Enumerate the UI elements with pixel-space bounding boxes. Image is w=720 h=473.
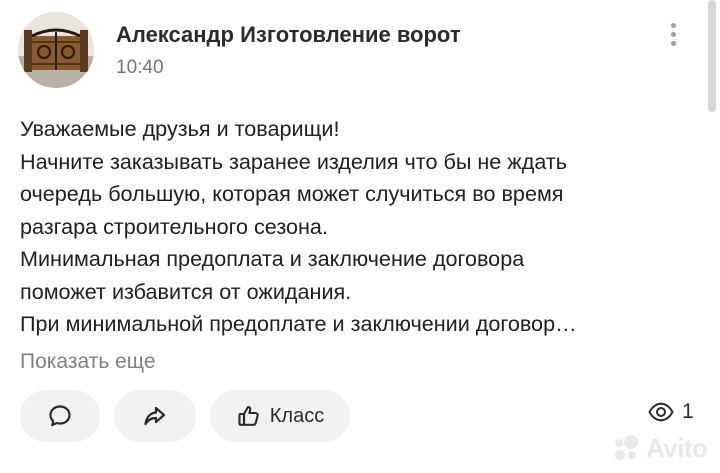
post-text: Уважаемые друзья и товарищи! Начните зак… <box>20 113 700 341</box>
scrollbar[interactable] <box>708 0 716 112</box>
post-text-line: Начните заказывать заранее изделия что б… <box>20 148 568 174</box>
author-avatar[interactable] <box>18 12 94 88</box>
comment-button[interactable] <box>20 390 100 442</box>
post-text-line: очередь большую, которая может случиться… <box>20 181 564 206</box>
more-dot-icon <box>671 41 676 46</box>
more-dot-icon <box>671 32 676 37</box>
eye-icon <box>648 402 674 422</box>
avito-dots-icon <box>615 435 638 460</box>
share-button[interactable] <box>114 390 196 442</box>
author-name[interactable]: Александр Изготовление ворот <box>116 22 461 48</box>
more-options-button[interactable] <box>664 20 684 50</box>
post-text-line: разгара строительного сезона. <box>20 213 328 239</box>
show-more-link[interactable]: Показать еще <box>20 350 156 374</box>
like-button-label: Класс <box>269 404 325 427</box>
like-button[interactable]: Класс <box>210 390 350 442</box>
post-time: 10:40 <box>116 57 164 78</box>
gate-photo <box>18 12 94 88</box>
views-counter: 1 <box>648 400 694 424</box>
post-text-line: Уважаемые друзья и товарищи! <box>20 116 340 141</box>
speech-bubble-icon <box>49 405 71 427</box>
avito-watermark: Avito <box>610 432 708 464</box>
post-text-line: Минимальная предоплата и заключение дого… <box>20 246 525 271</box>
views-count: 1 <box>682 400 694 423</box>
post-text-line: поможет избавится от ожидания. <box>20 278 352 304</box>
more-dot-icon <box>671 23 676 28</box>
watermark-text: Avito <box>646 432 708 463</box>
share-arrow-icon <box>144 406 166 426</box>
feed-post: Александр Изготовление ворот 10:40 Уважа… <box>0 0 720 473</box>
thumbs-up-icon <box>238 405 259 426</box>
post-text-line: При минимальной предоплате и заключении … <box>20 311 577 336</box>
